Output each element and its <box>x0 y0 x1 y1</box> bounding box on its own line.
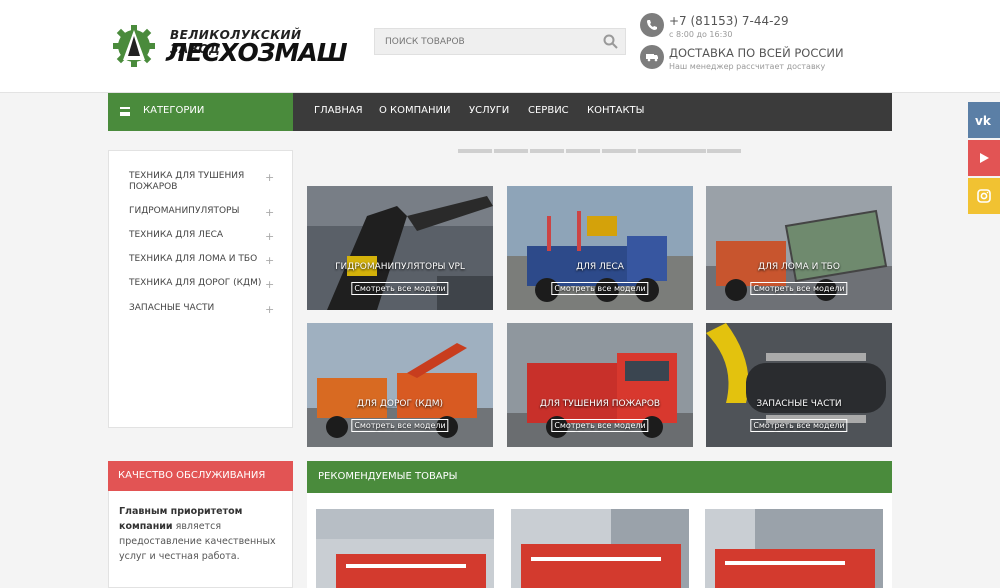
slider-dot[interactable] <box>530 149 564 153</box>
categories-label: КАТЕГОРИИ <box>143 105 205 116</box>
category-tile[interactable]: ДЛЯ ЛОМА И ТБО Смотреть все модели <box>706 186 892 310</box>
nav-item-service[interactable]: СЕРВИС <box>528 105 569 116</box>
phone-number[interactable]: +7 (81153) 7-44-29 <box>669 14 789 28</box>
phone-hours: с 8:00 до 16:30 <box>669 30 733 39</box>
sidebar-item-parts[interactable]: ЗАПАСНЫЕ ЧАСТИ <box>129 303 269 314</box>
category-sidebar: ТЕХНИКА ДЛЯ ТУШЕНИЯ ПОЖАРОВ + ГИДРОМАНИП… <box>108 150 293 428</box>
plus-icon[interactable]: + <box>265 254 274 267</box>
header: ВЕЛИКОЛУКСКИЙ ЗАВОД ЛЕСХОЗМАШ +7 (81153)… <box>0 0 1000 93</box>
category-tile[interactable]: ЗАПАСНЫЕ ЧАСТИ Смотреть все модели <box>706 323 892 447</box>
slider-dot[interactable] <box>494 149 528 153</box>
recommended-title: РЕКОМЕНДУЕМЫЕ ТОВАРЫ <box>318 471 458 482</box>
recommended-header: РЕКОМЕНДУЕМЫЕ ТОВАРЫ <box>307 461 892 493</box>
youtube-button[interactable] <box>968 140 1000 176</box>
product-card[interactable] <box>705 509 883 588</box>
tile-title: ДЛЯ ЛЕСА <box>576 262 624 272</box>
nav-item-contacts[interactable]: КОНТАКТЫ <box>587 105 644 116</box>
sidebar-item-scrap[interactable]: ТЕХНИКА ДЛЯ ЛОМА И ТБО <box>129 254 269 265</box>
slider-dot[interactable] <box>672 149 706 153</box>
tile-title: ЗАПАСНЫЕ ЧАСТИ <box>756 399 842 409</box>
phone-icon <box>640 13 664 37</box>
quality-panel: Главным приоритетом компании является пр… <box>108 491 293 588</box>
svg-text:vk: vk <box>975 114 992 126</box>
search-box <box>374 28 626 55</box>
logo[interactable]: ВЕЛИКОЛУКСКИЙ ЗАВОД ЛЕСХОЗМАШ <box>110 24 348 68</box>
nav-item-services[interactable]: УСЛУГИ <box>469 105 509 116</box>
plus-icon[interactable]: + <box>265 303 274 316</box>
plus-icon[interactable]: + <box>265 278 274 291</box>
play-icon <box>980 153 989 163</box>
plus-icon[interactable]: + <box>265 171 274 184</box>
nav-item-home[interactable]: ГЛАВНАЯ <box>314 105 363 116</box>
logo-line2: ЛЕСХОЗМАШ <box>166 38 348 67</box>
view-models-button[interactable]: Смотреть все модели <box>750 282 848 295</box>
search-icon[interactable] <box>603 34 618 49</box>
view-models-button[interactable]: Смотреть все модели <box>351 419 449 432</box>
sidebar-item-roads[interactable]: ТЕХНИКА ДЛЯ ДОРОГ (КДМ) <box>129 278 269 289</box>
sidebar-item-forest[interactable]: ТЕХНИКА ДЛЯ ЛЕСА <box>129 230 269 241</box>
product-image <box>511 509 689 588</box>
product-image <box>316 509 494 588</box>
view-models-button[interactable]: Смотреть все модели <box>551 282 649 295</box>
view-models-button[interactable]: Смотреть все модели <box>351 282 449 295</box>
vk-button[interactable]: vk <box>968 102 1000 138</box>
camera-icon <box>977 189 991 203</box>
truck-icon <box>640 45 664 69</box>
tile-title: ДЛЯ ТУШЕНИЯ ПОЖАРОВ <box>539 399 661 409</box>
tile-title: ГИДРОМАНИПУЛЯТОРЫ VPL <box>335 262 465 272</box>
product-card[interactable] <box>511 509 689 588</box>
category-tile[interactable]: ДЛЯ ДОРОГ (КДМ) Смотреть все модели <box>307 323 493 447</box>
main-nav: КАТЕГОРИИ ГЛАВНАЯ О КОМПАНИИ УСЛУГИ СЕРВ… <box>108 93 892 131</box>
category-tile[interactable]: ДЛЯ ТУШЕНИЯ ПОЖАРОВ Смотреть все модели <box>507 323 693 447</box>
slider-dot[interactable] <box>602 149 636 153</box>
quality-title: КАЧЕСТВО ОБСЛУЖИВАНИЯ <box>118 470 266 481</box>
category-tile[interactable]: ГИДРОМАНИПУЛЯТОРЫ VPL Смотреть все модел… <box>307 186 493 310</box>
view-models-button[interactable]: Смотреть все модели <box>750 419 848 432</box>
tile-title: ДЛЯ ДОРОГ (КДМ) <box>356 399 444 409</box>
slider-dot[interactable] <box>566 149 600 153</box>
tile-title: ДЛЯ ЛОМА И ТБО <box>758 262 840 272</box>
vk-icon: vk <box>975 114 992 126</box>
slider-dot[interactable] <box>458 149 492 153</box>
product-card[interactable] <box>316 509 494 588</box>
gear-tree-icon <box>113 25 155 67</box>
quality-text: Главным приоритетом компании является пр… <box>119 504 289 564</box>
delivery-title: ДОСТАВКА ПО ВСЕЙ РОССИИ <box>669 46 844 60</box>
recommended-products <box>307 493 892 588</box>
sidebar-item-manipulators[interactable]: ГИДРОМАНИПУЛЯТОРЫ <box>129 206 269 217</box>
sidebar-item-fire[interactable]: ТЕХНИКА ДЛЯ ТУШЕНИЯ ПОЖАРОВ <box>129 171 269 193</box>
plus-icon[interactable]: + <box>265 230 274 243</box>
instagram-button[interactable] <box>968 178 1000 214</box>
product-image <box>705 509 883 588</box>
categories-button[interactable]: КАТЕГОРИИ <box>108 93 293 131</box>
category-tile[interactable]: ДЛЯ ЛЕСА Смотреть все модели <box>507 186 693 310</box>
menu-icon <box>120 107 130 116</box>
slider-dot[interactable] <box>707 149 741 153</box>
quality-header: КАЧЕСТВО ОБСЛУЖИВАНИЯ <box>108 461 293 491</box>
slider-dot[interactable] <box>638 149 672 153</box>
search-input[interactable] <box>375 29 595 55</box>
plus-icon[interactable]: + <box>265 206 274 219</box>
nav-item-about[interactable]: О КОМПАНИИ <box>379 105 451 116</box>
view-models-button[interactable]: Смотреть все модели <box>551 419 649 432</box>
delivery-subtitle: Наш менеджер рассчитает доставку <box>669 62 826 71</box>
